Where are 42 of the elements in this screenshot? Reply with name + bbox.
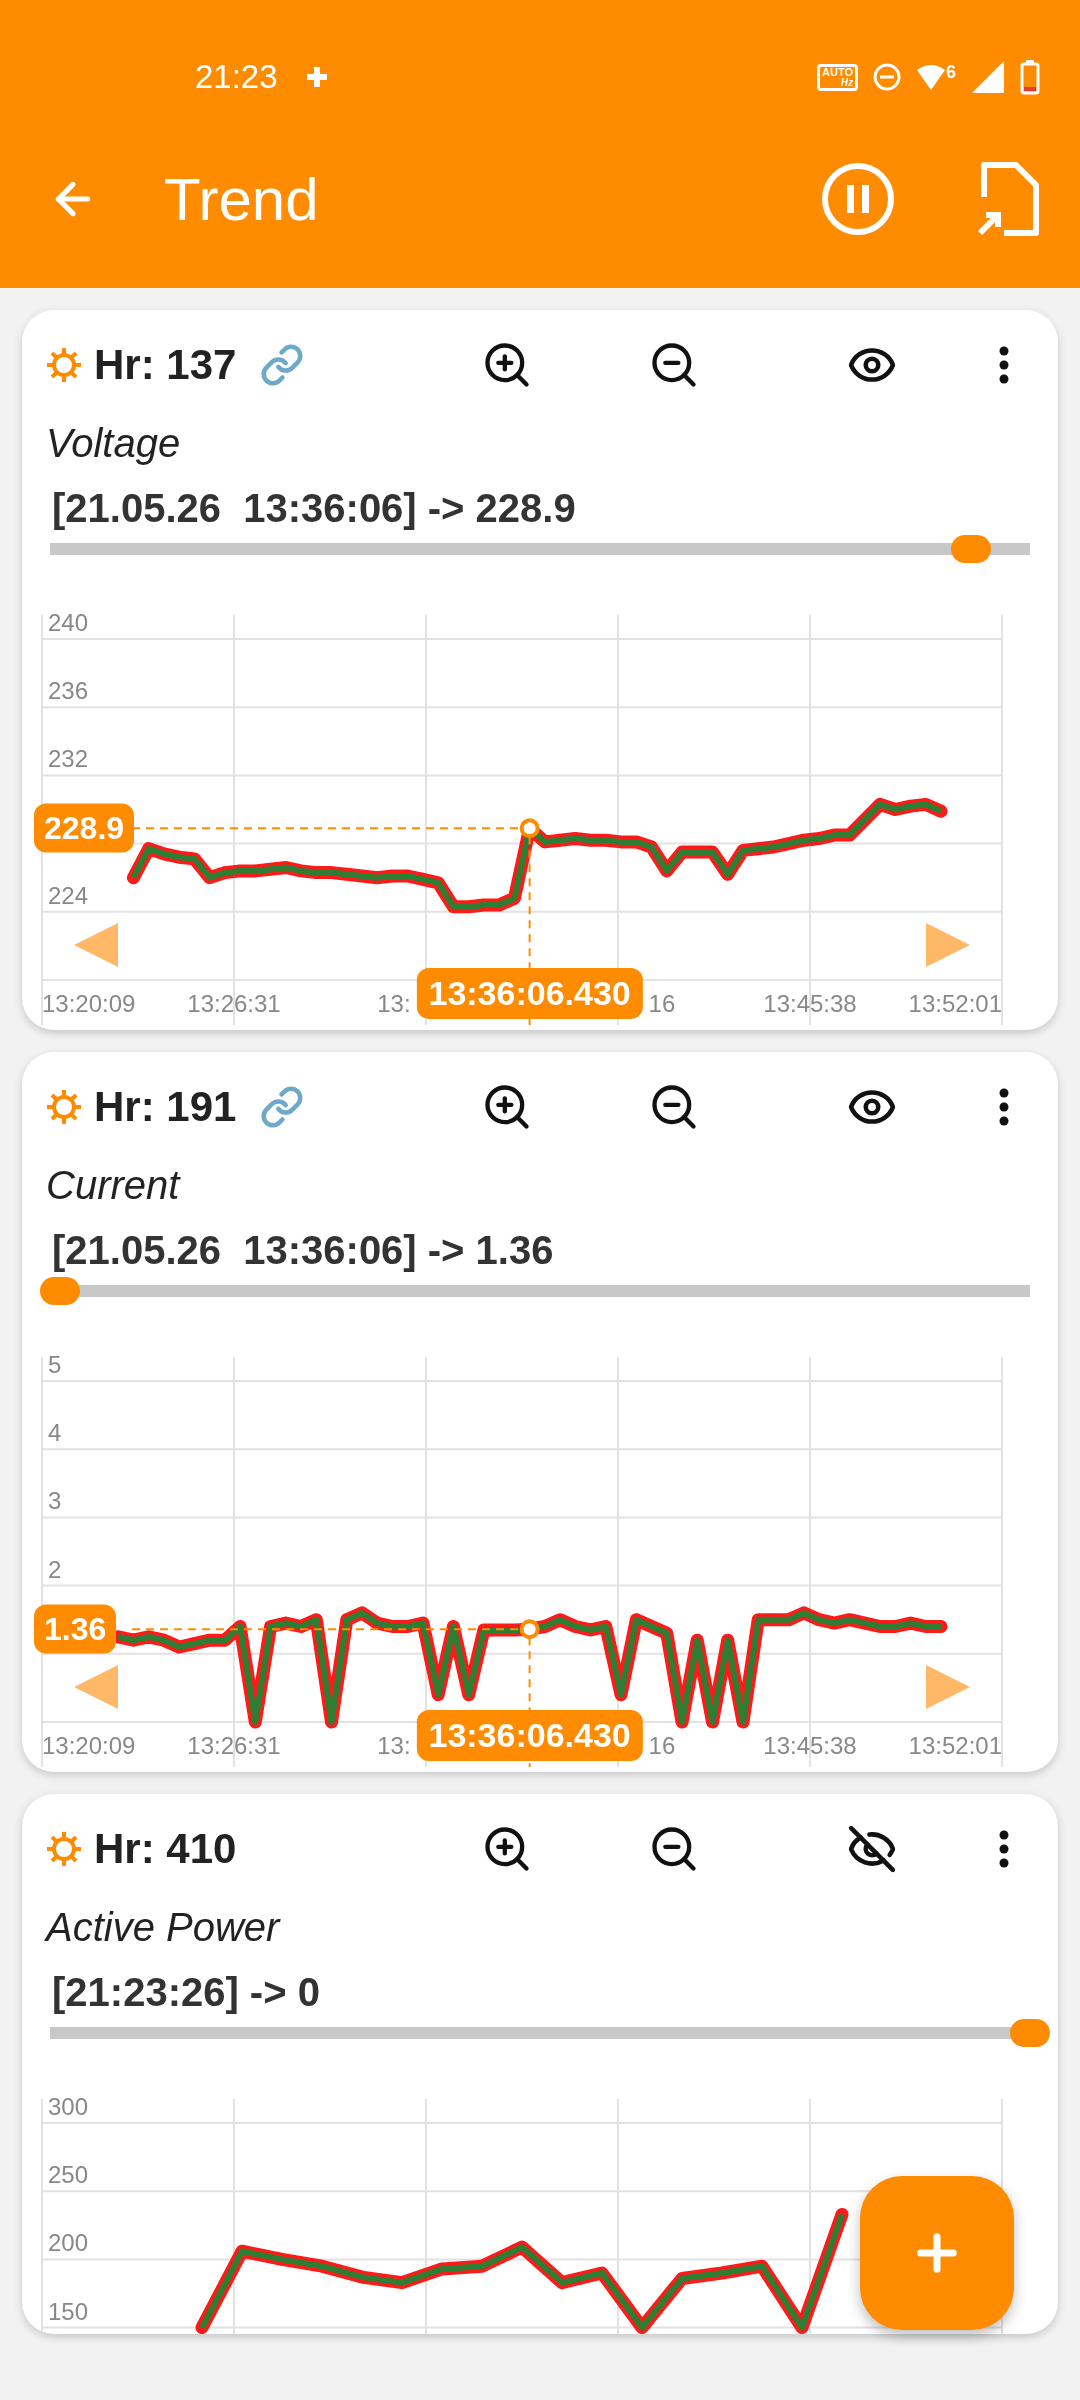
x-axis-label: 13:52:01 bbox=[908, 990, 1002, 1017]
x-axis-label: 16 bbox=[648, 1732, 676, 1759]
series-name: Current bbox=[46, 1162, 182, 1209]
y-axis-label: 240 bbox=[48, 609, 89, 636]
series-name: Voltage bbox=[46, 420, 182, 467]
y-axis-label: 4 bbox=[48, 1419, 62, 1447]
x-axis-label: 13: bbox=[377, 1732, 411, 1759]
reading-text: [21.05.26 13:36:06] -> 1.36 bbox=[52, 1227, 555, 1274]
y-axis-label: 3 bbox=[48, 1487, 62, 1515]
y-axis-label: 5 bbox=[48, 1351, 62, 1378]
series-name: Active Power bbox=[46, 1904, 282, 1951]
reading-text: [21.05.26 13:36:06] -> 228.9 bbox=[52, 485, 577, 532]
y-axis-label: 224 bbox=[48, 881, 89, 909]
y-axis-label: 250 bbox=[48, 2161, 89, 2189]
y-axis-label: 236 bbox=[48, 677, 89, 705]
y-axis-label: 2 bbox=[48, 1555, 62, 1583]
value-label: 228.9 bbox=[34, 803, 135, 853]
x-axis-label: 13:52:01 bbox=[908, 1732, 1002, 1759]
x-axis-label: 13:26:31 bbox=[187, 1732, 281, 1759]
clock: 21:23 bbox=[195, 58, 278, 96]
register-label: Hr: 410 bbox=[94, 1825, 237, 1873]
y-axis-label: 200 bbox=[48, 2229, 89, 2257]
x-axis-label: 13:26:31 bbox=[187, 990, 281, 1017]
y-axis-label: 150 bbox=[48, 2297, 89, 2325]
register-label: Hr: 137 bbox=[94, 341, 237, 389]
x-axis-label: 13:20:09 bbox=[42, 990, 136, 1017]
x-axis-label: 13: bbox=[377, 990, 411, 1017]
reading-text: [21:23:26] -> 0 bbox=[52, 1969, 321, 2016]
x-axis-label: 13:45:38 bbox=[763, 990, 857, 1017]
register-label: Hr: 191 bbox=[94, 1083, 237, 1131]
value-label: 1.36 bbox=[34, 1604, 117, 1654]
time-label: 13:36:06.430 bbox=[416, 1710, 643, 1761]
y-axis-label: 232 bbox=[48, 745, 89, 773]
x-axis-label: 16 bbox=[648, 990, 676, 1017]
page-title: Trend bbox=[164, 164, 319, 234]
x-axis-label: 13:45:38 bbox=[763, 1732, 857, 1759]
y-axis-label: 300 bbox=[48, 2093, 89, 2120]
badge-text: AUTO bbox=[822, 66, 853, 78]
x-axis-label: 13:20:09 bbox=[42, 1732, 136, 1759]
network-type-label: 6 bbox=[946, 62, 956, 83]
badge-text: Hz bbox=[840, 77, 853, 88]
time-label: 13:36:06.430 bbox=[416, 968, 643, 1019]
